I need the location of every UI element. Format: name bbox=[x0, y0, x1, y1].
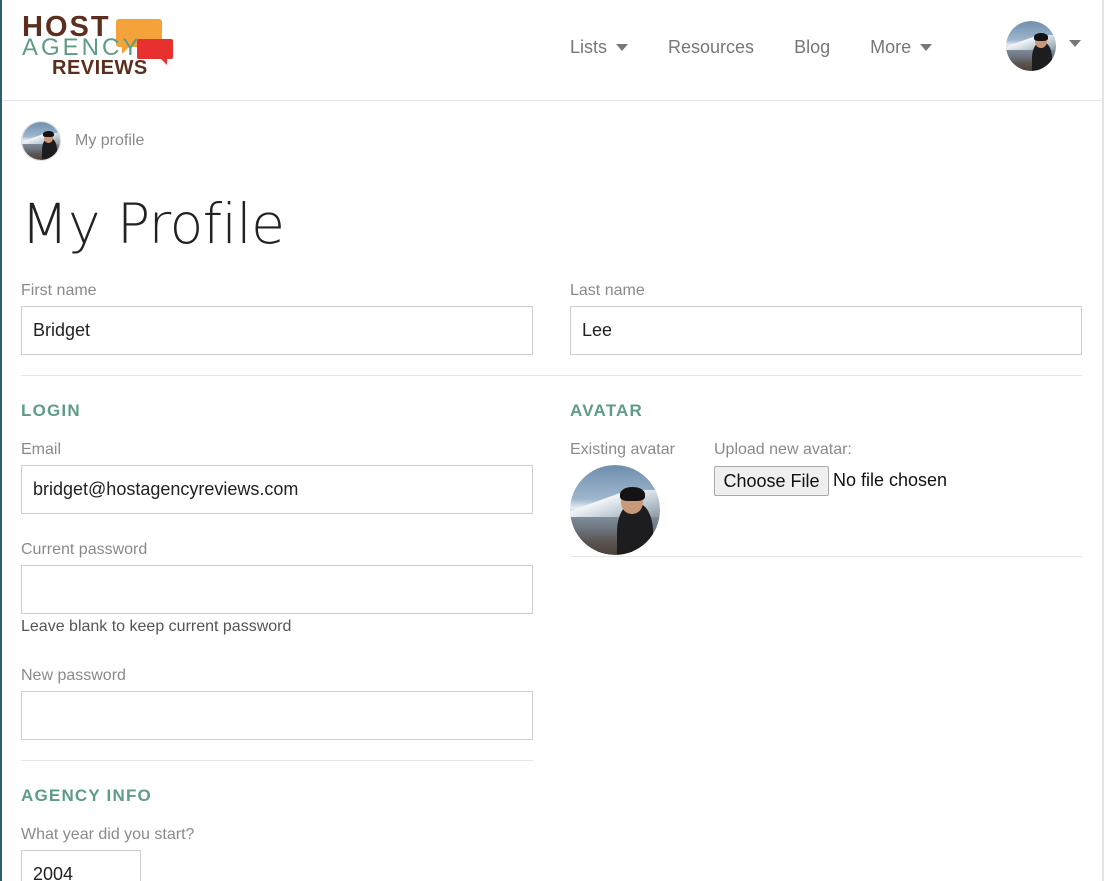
window-left-edge bbox=[0, 0, 2, 881]
first-name-label: First name bbox=[21, 282, 97, 299]
agency-info-section-title: AGENCY INFO bbox=[21, 786, 152, 805]
first-name-input[interactable]: Bridget bbox=[21, 306, 533, 355]
last-name-input[interactable]: Lee bbox=[570, 306, 1082, 355]
user-menu-avatar[interactable] bbox=[1006, 21, 1056, 71]
existing-avatar-image bbox=[570, 465, 660, 555]
login-section-title: LOGIN bbox=[21, 401, 81, 420]
file-status-text: No file chosen bbox=[833, 470, 948, 490]
user-menu-caret-icon[interactable] bbox=[1069, 40, 1081, 47]
new-password-input[interactable] bbox=[21, 691, 533, 740]
breadcrumb: My profile bbox=[21, 121, 144, 161]
site-logo[interactable]: HOST AGENCY REVIEWS bbox=[22, 12, 177, 82]
site-header: HOST AGENCY REVIEWS Lists Resources Blog… bbox=[2, 0, 1102, 101]
nav-item-resources[interactable]: Resources bbox=[668, 34, 754, 60]
email-label: Email bbox=[21, 441, 62, 458]
section-divider bbox=[21, 760, 533, 761]
avatar-photo bbox=[22, 122, 60, 160]
nav-item-label: More bbox=[870, 37, 912, 57]
section-divider bbox=[570, 556, 1082, 557]
new-password-label: New password bbox=[21, 667, 126, 684]
last-name-label: Last name bbox=[570, 282, 645, 299]
existing-avatar-label: Existing avatar bbox=[570, 441, 675, 458]
nav-item-label: Lists bbox=[570, 37, 608, 57]
choose-file-button[interactable]: Choose File bbox=[714, 466, 829, 496]
caret-down-icon bbox=[616, 43, 629, 51]
section-divider bbox=[21, 375, 1082, 376]
avatar-photo bbox=[570, 465, 660, 555]
current-password-label: Current password bbox=[21, 541, 148, 558]
logo-speech-bubble-red bbox=[137, 39, 173, 65]
nav-item-label: Resources bbox=[668, 37, 755, 57]
current-password-help: Leave blank to keep current password bbox=[21, 618, 292, 635]
upload-avatar-label: Upload new avatar: bbox=[714, 441, 852, 458]
avatar-section-title: AVATAR bbox=[570, 401, 643, 420]
nav-item-lists[interactable]: Lists bbox=[570, 34, 629, 60]
start-year-label: What year did you start? bbox=[21, 826, 195, 843]
main-nav: Lists Resources Blog More bbox=[570, 34, 972, 60]
email-input[interactable]: bridget@hostagencyreviews.com bbox=[21, 465, 533, 514]
nav-item-more[interactable]: More bbox=[870, 34, 933, 60]
nav-item-blog[interactable]: Blog bbox=[794, 34, 830, 60]
nav-item-label: Blog bbox=[794, 37, 831, 57]
breadcrumb-label[interactable]: My profile bbox=[75, 132, 144, 150]
avatar-photo bbox=[1006, 21, 1056, 71]
page-title: My Profile bbox=[21, 192, 285, 256]
caret-down-icon bbox=[920, 43, 933, 51]
start-year-input[interactable]: 2004 bbox=[21, 850, 141, 881]
breadcrumb-avatar[interactable] bbox=[21, 121, 61, 161]
logo-text-reviews: REVIEWS bbox=[52, 57, 148, 79]
current-password-input[interactable] bbox=[21, 565, 533, 614]
